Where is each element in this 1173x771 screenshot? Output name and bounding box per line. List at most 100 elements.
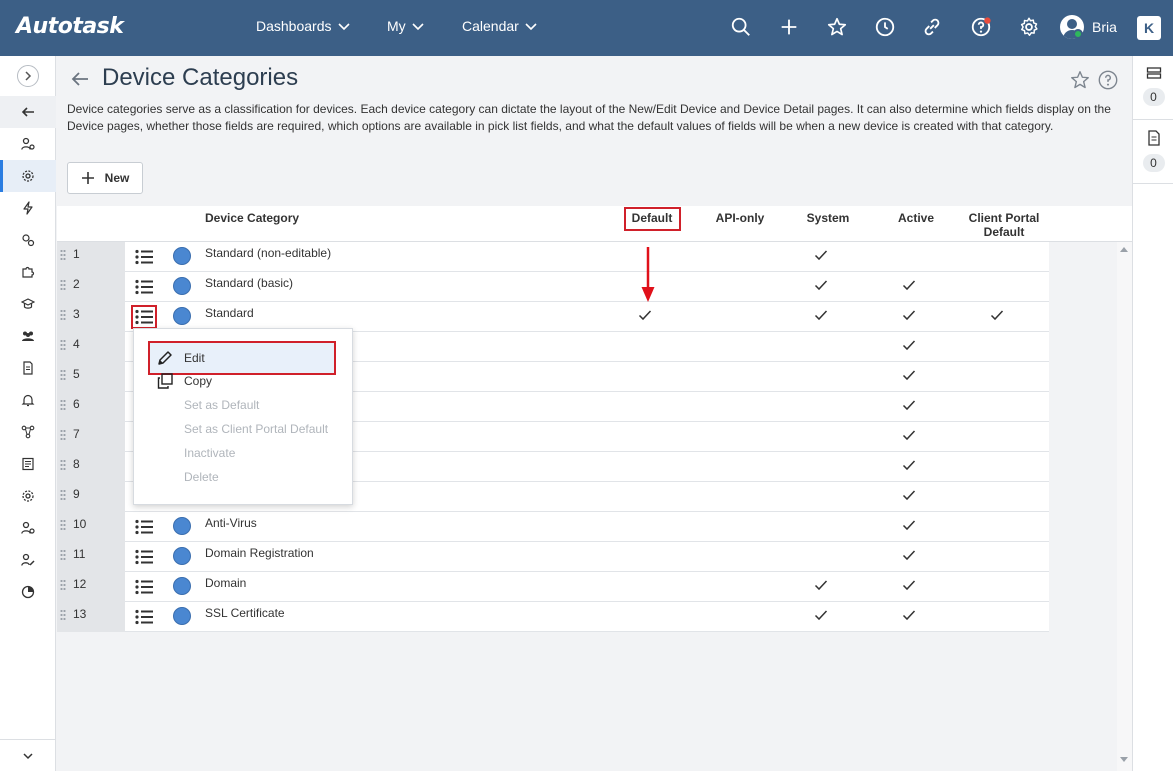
menu-item-copy[interactable]: Copy [150,369,348,393]
checkmark-icon [902,368,916,382]
device-category-name: Domain [205,576,247,590]
autotask-logo[interactable]: Autotask [16,14,124,39]
link-icon[interactable] [920,15,944,39]
drag-handle-icon[interactable] [60,459,66,471]
favorite-star-icon[interactable] [1069,69,1091,91]
col-client-portal-default[interactable]: Client Portal Default [964,211,1044,239]
red-down-arrow-icon [641,247,655,302]
sidebar-item-admin[interactable] [0,160,56,192]
sidebar-item-account-settings[interactable] [0,512,56,544]
new-button[interactable]: New [67,162,143,194]
checkmark-icon [902,398,916,412]
drag-handle-icon[interactable] [60,369,66,381]
table-row[interactable]: 13 SSL Certificate [57,602,1049,632]
help-icon[interactable] [969,15,993,39]
row-number-cell: 3 [57,302,125,332]
document-icon [1147,130,1160,146]
sidebar-item-user-edit[interactable] [0,544,56,576]
user-gear-icon [21,521,35,534]
gear-icon[interactable] [1017,15,1041,39]
col-system[interactable]: System [798,211,858,225]
network-icon [21,425,35,439]
nav-calendar[interactable]: Calendar [462,18,537,34]
help-icon[interactable] [1097,69,1119,91]
plus-icon[interactable] [777,15,801,39]
device-category-name: Domain Registration [205,546,314,560]
category-color-circle [173,277,191,295]
user-name: Bria [1092,19,1117,35]
right-panel: 0 0 [1132,56,1173,771]
left-sidebar [0,56,56,771]
vertical-scrollbar[interactable] [1117,242,1132,771]
checkmark-icon [990,308,1004,322]
menu-item-set-as-default: Set as Default [184,398,260,412]
sidebar-item-notifications[interactable] [0,384,56,416]
right-panel-tickets[interactable]: 0 [1133,56,1173,120]
k-app-button[interactable]: K [1137,16,1161,40]
sidebar-item-analytics[interactable] [0,576,56,608]
drag-handle-icon[interactable] [60,399,66,411]
new-button-label: New [104,171,130,185]
drag-handle-icon[interactable] [60,339,66,351]
checkmark-icon [814,578,828,592]
search-icon[interactable] [729,15,753,39]
sidebar-item-workflow[interactable] [0,416,56,448]
row-number: 7 [73,427,80,441]
back-arrow-icon[interactable] [68,67,92,91]
table-row[interactable]: 12 Domain [57,572,1049,602]
table-row[interactable]: 10 Anti-Virus [57,512,1049,542]
users-icon [22,331,34,341]
lightning-icon [23,201,33,215]
checkmark-icon [902,548,916,562]
scroll-up-arrow-icon[interactable] [1120,247,1128,252]
row-actions-list-icon[interactable] [135,609,153,625]
row-number: 2 [73,277,80,291]
sidebar-item-resources[interactable] [0,320,56,352]
row-actions-list-icon[interactable] [135,579,153,595]
table-row[interactable]: 2 Standard (basic) [57,272,1049,302]
puzzle-icon [22,266,35,278]
expand-sidebar-button[interactable] [17,65,39,87]
table-row[interactable]: 11 Domain Registration [57,542,1049,572]
sidebar-item-user-settings[interactable] [0,128,56,160]
drag-handle-icon[interactable] [60,279,66,291]
sidebar-item-reports[interactable] [0,448,56,480]
sidebar-back[interactable] [0,96,56,128]
drag-handle-icon[interactable] [60,489,66,501]
user-menu[interactable]: Bria [1060,15,1117,39]
drag-handle-icon[interactable] [60,249,66,261]
sidebar-item-automation[interactable] [0,192,56,224]
right-panel-notes[interactable]: 0 [1133,120,1173,184]
row-actions-list-icon[interactable] [135,549,153,565]
nav-dashboards[interactable]: Dashboards [256,18,350,34]
row-number-cell: 10 [57,512,125,542]
drag-handle-icon[interactable] [60,579,66,591]
row-actions-list-icon[interactable] [135,519,153,535]
row-actions-list-icon[interactable] [135,249,153,265]
scroll-down-arrow-icon[interactable] [1120,757,1128,762]
drag-handle-icon[interactable] [60,429,66,441]
sidebar-item-extensions[interactable] [0,256,56,288]
drag-handle-icon[interactable] [60,549,66,561]
checkmark-icon [902,458,916,472]
nav-my[interactable]: My [387,18,424,34]
star-icon[interactable] [825,15,849,39]
drag-handle-icon[interactable] [60,519,66,531]
drag-handle-icon[interactable] [60,609,66,621]
sidebar-item-features[interactable] [0,224,56,256]
table-row[interactable]: 1 Standard (non-editable) [57,242,1049,272]
col-api-only[interactable]: API-only [710,211,770,225]
row-actions-list-icon[interactable] [135,279,153,295]
sidebar-item-documents[interactable] [0,352,56,384]
drag-handle-icon[interactable] [60,309,66,321]
row-number: 11 [73,547,86,561]
nav-calendar-label: Calendar [462,18,519,34]
sidebar-collapse-toggle[interactable] [0,739,56,771]
clock-icon[interactable] [873,15,897,39]
row-actions-list-icon[interactable] [131,305,157,329]
sidebar-item-settings[interactable] [0,480,56,512]
row-data: Standard (basic) [125,272,1049,302]
col-active[interactable]: Active [886,211,946,225]
col-device-category[interactable]: Device Category [205,211,299,225]
sidebar-item-training[interactable] [0,288,56,320]
